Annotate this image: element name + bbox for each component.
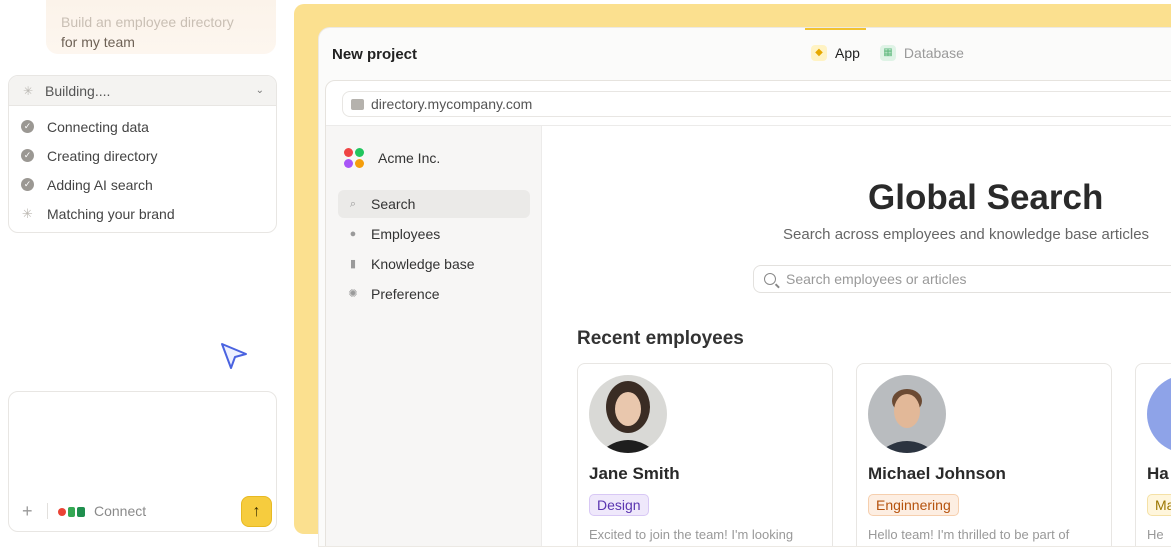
spinner-icon: ✳ [22,206,33,221]
cube-icon: ◆ [811,45,827,61]
department-badge: Ma [1147,494,1171,516]
sidebar-item-label: Search [371,196,416,212]
brand-logo-icon [344,148,364,168]
tab-label: Database [903,45,964,61]
window-title: New project [332,46,418,63]
site-icon [351,98,364,110]
search-icon: ⌕ [349,198,357,210]
build-steps: ✓ Connecting data ✓ Creating directory ✓… [9,106,276,228]
build-step-label: Connecting data [47,118,149,135]
person-icon: ● [349,228,357,240]
search-icon [764,273,776,285]
search-placeholder: Search employees or articles [786,271,967,287]
build-status-card: ✳ Building.... ⌄ ✓ Connecting data ✓ Cre… [8,75,277,233]
sidebar-item-label: Knowledge base [371,256,475,272]
gear-icon: ✺ [348,288,358,300]
divider [47,503,48,519]
chat-composer[interactable]: + Connect ↑ [8,391,277,532]
employee-name: Jane Smith [589,464,680,483]
build-status-header[interactable]: ✳ Building.... ⌄ [9,76,276,106]
integrations-icon[interactable] [57,505,87,519]
connect-button[interactable]: Connect [94,503,146,519]
app-content: Acme Inc. ⌕ Search ● Employees ▮ Knowled… [326,125,1171,546]
view-tabs: ◆ App ▦ Database [805,28,982,78]
sidebar-item-label: Employees [371,226,441,242]
prompt-line-2: for my team [61,34,135,50]
prompt-bubble: Build an employee directory for my team [46,0,276,54]
department-badge: Enginnering [868,494,959,516]
build-step-label: Creating directory [47,147,158,164]
avatar [589,375,667,453]
check-circle-icon: ✓ [21,178,34,191]
section-title: Recent employees [577,328,744,349]
build-step: ✓ Creating directory [21,141,276,170]
check-circle-icon: ✓ [21,149,34,162]
spinner-icon: ✳ [22,83,34,98]
url-text: directory.mycompany.com [371,96,533,112]
browser-preview: directory.mycompany.com Acme Inc. ⌕ Sear… [325,80,1171,546]
tab-label: App [835,45,860,61]
sidebar-nav: ⌕ Search ● Employees ▮ Knowledge base ✺ … [338,190,530,310]
department-badge: Design [589,494,649,516]
sidebar-item-label: Preference [371,286,440,302]
check-circle-icon: ✓ [21,120,34,133]
sidebar-item-knowledge-base[interactable]: ▮ Knowledge base [338,250,530,278]
table-icon: ▦ [879,45,896,61]
employee-snippet: Hello team! I'm thrilled to be part of [868,527,1070,542]
build-step: ✓ Adding AI search [21,170,276,199]
chevron-down-icon[interactable]: ⌄ [256,85,264,96]
send-button[interactable]: ↑ [241,496,272,527]
build-step-label: Matching your brand [47,205,175,222]
project-window: New project ◆ App ▦ Database directory.m… [318,27,1171,547]
brand-name: Acme Inc. [378,150,441,166]
url-bar[interactable]: directory.mycompany.com [342,91,1171,117]
sidebar-item-preference[interactable]: ✺ Preference [338,280,530,308]
employee-card[interactable]: Michael Johnson Enginnering Hello team! … [856,363,1112,546]
pointer-cursor-icon [221,343,247,369]
employee-name: Michael Johnson [868,464,1006,483]
employee-cards: Jane Smith Design Excited to join the te… [577,363,1171,546]
employee-card[interactable]: Ha Ma He [1135,363,1171,546]
build-step: ✓ Connecting data [21,112,276,141]
sidebar-item-employees[interactable]: ● Employees [338,220,530,248]
employee-card[interactable]: Jane Smith Design Excited to join the te… [577,363,833,546]
build-step: ✳ Matching your brand [21,199,276,228]
app-sidebar: Acme Inc. ⌕ Search ● Employees ▮ Knowled… [326,126,542,546]
screen: Build an employee directory for my team … [0,0,1171,549]
brand[interactable]: Acme Inc. [344,148,440,168]
book-icon: ▮ [349,258,357,270]
search-page: Global Search Search across employees an… [542,126,1171,546]
tab-app[interactable]: ◆ App [805,28,870,78]
page-subtitle: Search across employees and knowledge ba… [783,226,1150,243]
build-step-label: Adding AI search [47,176,153,193]
sidebar-item-search[interactable]: ⌕ Search [338,190,530,218]
prompt-line-1: Build an employee directory [61,14,234,30]
page-title: Global Search [868,178,1104,217]
plus-icon[interactable]: + [22,502,33,520]
employee-snippet: He [1147,527,1164,542]
employee-snippet: Excited to join the team! I'm looking [589,527,794,542]
arrow-up-icon: ↑ [252,503,261,520]
search-input[interactable]: Search employees or articles [753,265,1171,293]
avatar [1147,375,1171,453]
employee-name: Ha [1147,464,1169,483]
tab-database[interactable]: ▦ Database [878,28,974,78]
avatar [868,375,946,453]
build-status-title: Building.... [45,82,111,99]
